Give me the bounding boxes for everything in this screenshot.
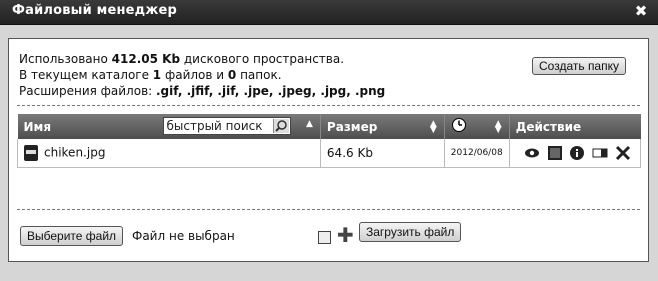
extensions-prefix: Расширения файлов: [19, 84, 156, 98]
column-header-size[interactable]: Размер ▲ ▼ [319, 114, 445, 139]
count-mid: файлов и [161, 68, 228, 82]
folders-count: 0 [227, 68, 237, 82]
sort-both-icon[interactable]: ▲ ▼ [430, 120, 437, 135]
no-file-label: Файл не выбран [132, 229, 235, 243]
storage-info: Использовано 412.05 Kb дискового простра… [19, 51, 385, 99]
sort-up-icon[interactable]: ▲ [306, 120, 313, 129]
window-title: Файловый менеджер [12, 3, 178, 18]
column-header-name[interactable]: Имя быстрый поиск ▲ [17, 114, 321, 139]
table-row[interactable]: chiken.jpg 64.6 Kb 2012/06/08 [17, 139, 642, 168]
file-name[interactable]: chiken.jpg [44, 146, 105, 160]
file-actions-cell [508, 139, 642, 168]
file-date-cell: 2012/06/08 [443, 139, 510, 168]
add-file-icon[interactable]: ✚ [337, 225, 354, 245]
file-manager-panel: Использовано 412.05 Kb дискового простра… [8, 38, 649, 262]
column-header-action: Действие [508, 114, 641, 139]
column-header-date[interactable]: ▲ ▼ [443, 114, 510, 139]
choose-file-button[interactable]: Выберите файл [20, 226, 124, 246]
column-size-label: Размер [326, 119, 378, 134]
image-icon[interactable] [547, 145, 563, 161]
upload-checkbox[interactable] [318, 231, 331, 244]
rename-icon[interactable] [592, 145, 608, 161]
search-icon[interactable] [272, 119, 289, 133]
title-bar: Файловый менеджер ✖ [0, 0, 658, 25]
clock-icon [451, 118, 467, 136]
close-icon[interactable]: ✖ [632, 2, 650, 20]
create-folder-button[interactable]: Создать папку [532, 57, 626, 75]
files-count: 1 [152, 68, 162, 82]
view-icon[interactable] [524, 145, 540, 161]
quick-search-placeholder: быстрый поиск [166, 119, 263, 133]
count-prefix: В текущем каталоге [19, 68, 153, 82]
usage-prefix: Использовано [19, 52, 112, 66]
jpg-file-icon [24, 145, 38, 161]
usage-suffix: дискового пространства. [180, 52, 345, 66]
column-action-label: Действие [515, 119, 582, 134]
quick-search-input[interactable]: быстрый поиск [162, 117, 291, 135]
sort-both-icon[interactable]: ▲ ▼ [495, 120, 502, 135]
file-name-cell[interactable]: chiken.jpg [17, 139, 321, 168]
column-name-label: Имя [23, 119, 52, 134]
extensions-list: .gif, .jfif, .jif, .jpe, .jpeg, .jpg, .p… [156, 84, 386, 98]
file-size-cell: 64.6 Kb [319, 139, 445, 168]
usage-value: 412.05 Kb [111, 52, 181, 66]
info-icon[interactable] [569, 145, 585, 161]
divider [17, 209, 640, 210]
file-table: Имя быстрый поиск ▲ Размер ▲ ▼ ▲ ▼ Дейст… [17, 114, 642, 168]
count-suffix: папок. [236, 68, 282, 82]
delete-icon[interactable] [615, 145, 631, 161]
upload-file-button[interactable]: Загрузить файл [359, 222, 462, 242]
divider [17, 105, 640, 106]
